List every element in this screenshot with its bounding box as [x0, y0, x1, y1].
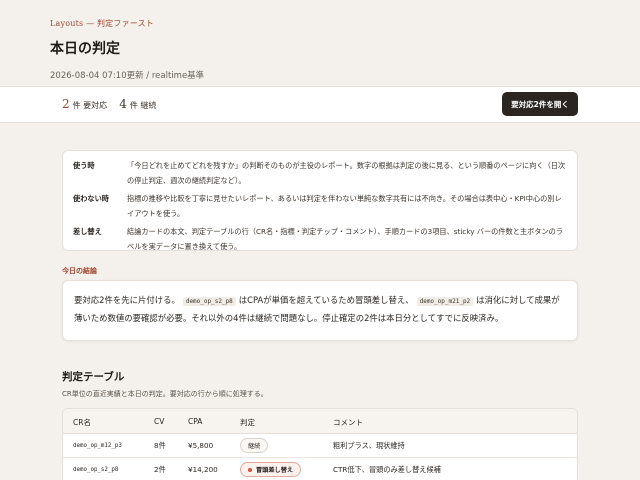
breadcrumb: Layouts — 判定ファースト: [50, 19, 154, 28]
table-row[interactable]: demo_op_m12_p3 8件 ¥5,800 継続 粗利プラス、現状維持: [63, 434, 577, 458]
usage-value: 指標の推移や比較を丁寧に見せたいレポート、あるいは判定を伴わない単純な数字共有に…: [127, 194, 562, 218]
updated-timestamp: 2026-08-04 07:10更新 / realtime基準: [50, 71, 205, 81]
usage-value: 「今日どれを止めてどれを残すか」の判断そのものが主役のレポート。数字の根拠は判定…: [127, 161, 566, 185]
open-action-items-button[interactable]: 要対応2件を開く: [502, 92, 578, 116]
cpa-value: ¥5,800: [188, 441, 214, 450]
page-header: Layouts — 判定ファースト 本日の判定 2026-08-04 07:10…: [0, 0, 640, 86]
continue-count: 4: [119, 97, 127, 111]
table-row[interactable]: demo_op_s2_p8 2件 ¥14,200 冒頭差し替え CTR低下、冒頭…: [63, 458, 577, 480]
column-header-cv: CV: [154, 417, 165, 426]
usage-row-replace: 差し替え 結論カードの本文、判定テーブルの行（CR名・指標・判定チップ・コメント…: [73, 225, 567, 254]
usage-value: 結論カードの本文、判定テーブルの行（CR名・指標・判定チップ・コメント）、手順カ…: [127, 227, 564, 251]
usage-key: 使わない時: [73, 194, 109, 203]
verdict-chip: 冒頭差し替え: [240, 462, 302, 477]
cv-value: 2件: [154, 465, 166, 474]
verdict-chip-label: 継続: [248, 443, 261, 450]
cr-name: demo_op_m12_p3: [73, 443, 122, 449]
table-title: 判定テーブル: [62, 371, 125, 383]
verdict-chip: 継続: [240, 438, 269, 453]
column-header-verdict: 判定: [240, 418, 255, 427]
continue-count-label: 件 継続: [129, 101, 157, 110]
usage-key: 差し替え: [73, 227, 102, 236]
cr-code: demo_op_s2_p8: [182, 297, 236, 306]
column-header-cpa: CPA: [188, 417, 203, 426]
sticky-bar: 2 件 要対応 4 件 継続 要対応2件を開く: [0, 86, 640, 123]
action-count: 2: [62, 97, 70, 111]
cv-value: 8件: [154, 441, 166, 450]
verdict-table: CR名 CV CPA 判定 コメント demo_op_m12_p3 8件 ¥5,…: [62, 408, 578, 480]
conclusion-card: 要対応2件を先に片付ける。 demo_op_s2_p8 はCPAが単価を超えているた…: [62, 280, 578, 341]
table-subtitle: CR単位の直近実績と本日の判定。要対応の行から順に処理する。: [62, 390, 268, 398]
page-title: 本日の判定: [50, 41, 120, 57]
action-count-label: 件 要対応: [72, 101, 108, 110]
column-header-comment: コメント: [333, 418, 363, 427]
usage-key: 使う時: [73, 161, 95, 170]
conclusion-label: 今日の結論: [62, 267, 97, 275]
usage-row-when: 使う時 「今日どれを止めてどれを残すか」の判断そのものが主役のレポート。数字の根…: [73, 159, 567, 188]
verdict-chip-label: 冒頭差し替え: [256, 467, 294, 474]
cpa-value: ¥14,200: [188, 465, 218, 474]
status-counts: 2 件 要対応 4 件 継続: [62, 97, 168, 111]
alert-dot-icon: [248, 467, 252, 472]
comment: CTR低下、冒頭のみ差し替え候補: [333, 465, 441, 474]
usage-card: 使う時 「今日どれを止めてどれを残すか」の判断そのものが主役のレポート。数字の根…: [62, 150, 578, 251]
conclusion-text: 要対応2件を先に片付ける。: [74, 295, 180, 305]
conclusion-text: はCPAが単価を超えているため冒頭差し替え、: [238, 295, 414, 305]
comment: 粗利プラス、現状維持: [333, 441, 405, 450]
table-header: CR名 CV CPA 判定 コメント: [63, 409, 577, 434]
column-header-cr: CR名: [73, 418, 91, 427]
cr-code: demo_op_m21_p2: [416, 297, 474, 306]
usage-row-when-not: 使わない時 指標の推移や比較を丁寧に見せたいレポート、あるいは判定を伴わない単純…: [73, 192, 567, 221]
cr-name: demo_op_s2_p8: [73, 467, 119, 473]
